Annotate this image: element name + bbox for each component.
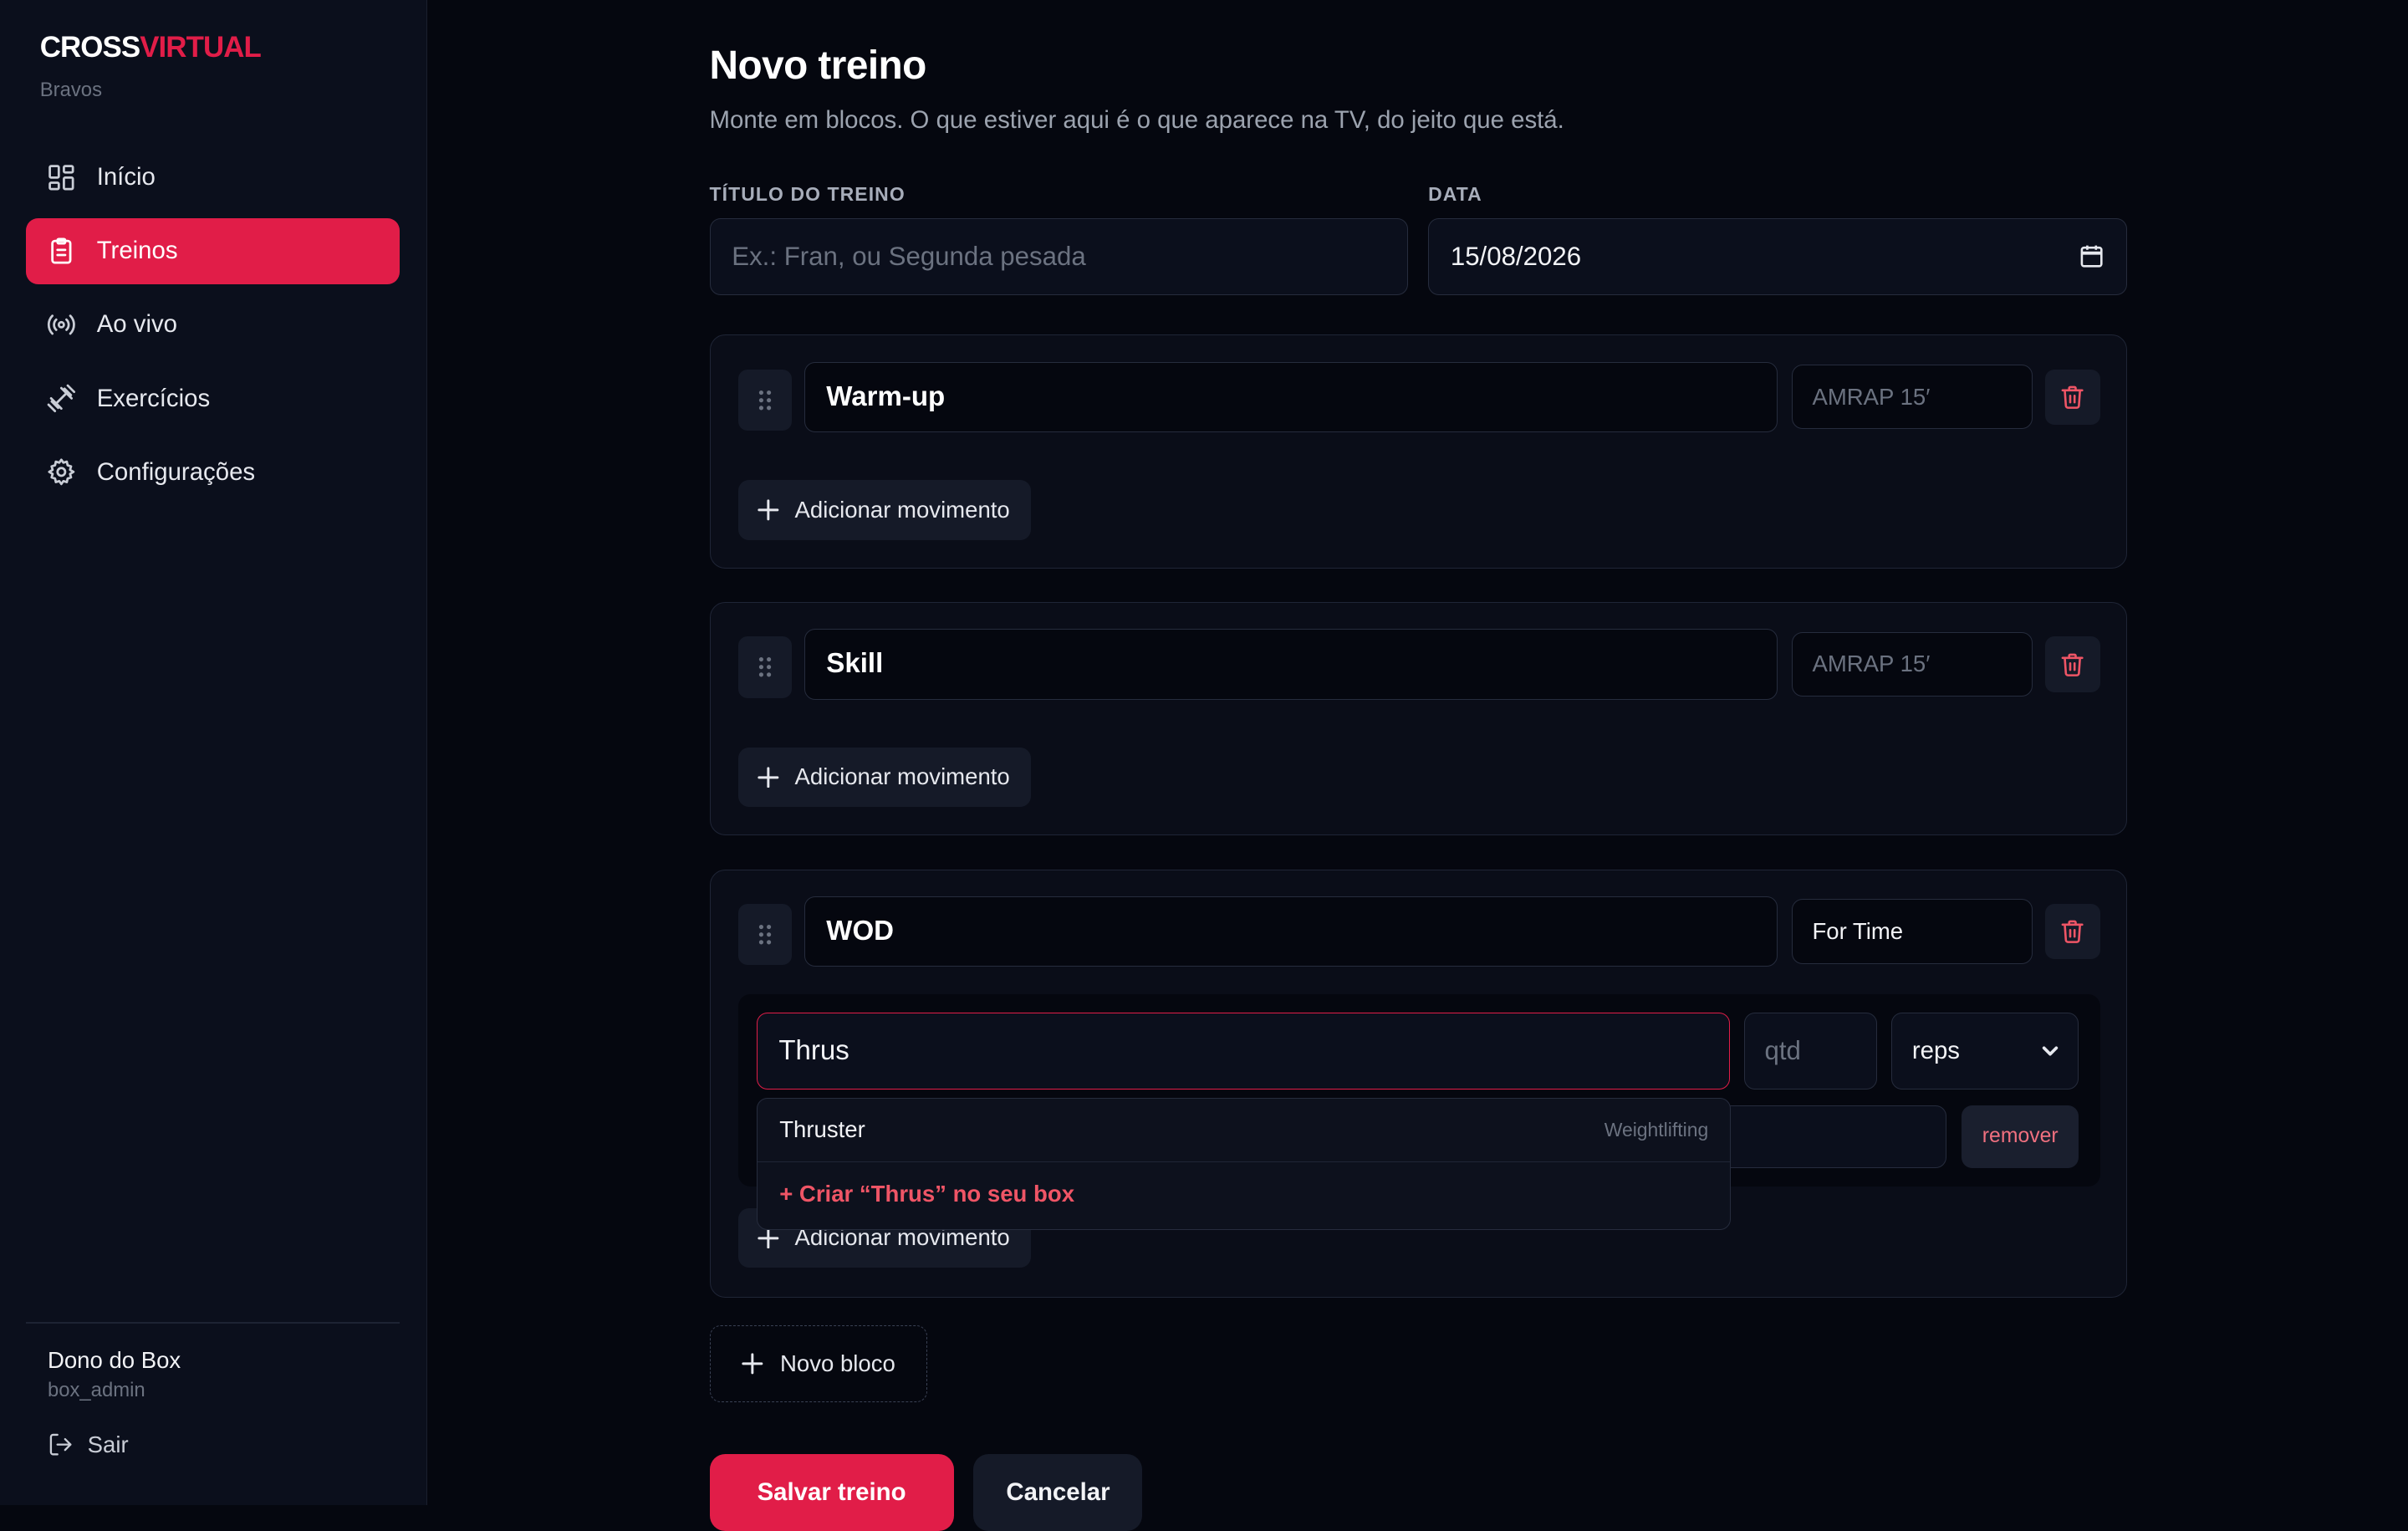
sidebar: CROSSVIRTUAL Bravos Início Treinos Ao vi… xyxy=(0,0,427,1505)
block-skill: Adicionar movimento xyxy=(709,601,2127,836)
sidebar-item-label: Exercícios xyxy=(96,384,211,412)
sidebar-item-label: Configurações xyxy=(96,457,256,486)
logo-part-virtual: VIRTUAL xyxy=(140,30,262,64)
block-wod: reps remover Adicionar movimento xyxy=(709,869,2127,1298)
sidebar-item-treinos[interactable]: Treinos xyxy=(26,217,400,284)
add-movement-label: Adicionar movimento xyxy=(794,496,1010,523)
block-format-input[interactable] xyxy=(1791,631,2033,697)
drag-handle[interactable] xyxy=(737,636,792,698)
plus-icon xyxy=(758,499,779,521)
movement-qty-input[interactable] xyxy=(1743,1013,1878,1090)
add-movement-label: Adicionar movimento xyxy=(794,763,1010,790)
date-label: DATA xyxy=(1428,182,1482,205)
option-name: Thruster xyxy=(779,1116,865,1143)
logout-button[interactable]: Sair xyxy=(48,1431,129,1458)
delete-block-button[interactable] xyxy=(2044,636,2100,692)
grip-vertical-icon xyxy=(758,924,771,945)
option-category: Weightlifting xyxy=(1604,1118,1709,1141)
user-name: Dono do Box xyxy=(47,1346,181,1373)
drag-handle[interactable] xyxy=(737,369,792,431)
create-movement-option[interactable]: + Criar “Thrus” no seu box xyxy=(779,1181,1074,1207)
block-format-input[interactable] xyxy=(1791,365,2033,430)
broadcast-icon xyxy=(47,314,75,335)
date-value: 15/08/2026 xyxy=(1450,241,1582,271)
block-name-input[interactable] xyxy=(804,361,1778,433)
clipboard-list-icon xyxy=(51,237,72,264)
block-name-input[interactable] xyxy=(804,896,1778,967)
plus-icon xyxy=(758,766,779,788)
title-input[interactable] xyxy=(709,217,1409,295)
save-workout-button[interactable]: Salvar treino xyxy=(709,1454,954,1531)
chevron-down-icon xyxy=(2042,1046,2059,1056)
trash-icon xyxy=(2061,653,2084,676)
movement-unit-select[interactable]: reps xyxy=(1890,1013,2079,1090)
user-handle: box_admin xyxy=(47,1379,145,1402)
grip-vertical-icon xyxy=(758,390,771,411)
block-format-input[interactable] xyxy=(1791,899,2033,964)
block-name-input[interactable] xyxy=(804,629,1778,700)
grip-vertical-icon xyxy=(758,657,771,677)
movement-unit-value: reps xyxy=(1911,1037,1960,1065)
sidebar-item-exercicios[interactable]: Exercícios xyxy=(26,365,399,431)
add-movement-button[interactable]: Adicionar movimento xyxy=(737,747,1032,808)
app-logo[interactable]: CROSSVIRTUAL xyxy=(39,30,262,64)
movement-name-input[interactable] xyxy=(756,1013,1731,1090)
dashboard-icon xyxy=(48,164,74,191)
cancel-button[interactable]: Cancelar xyxy=(973,1454,1143,1531)
new-block-button[interactable]: Novo bloco xyxy=(709,1325,928,1402)
box-name: Bravos xyxy=(39,78,103,101)
trash-icon xyxy=(2061,385,2084,410)
drag-handle[interactable] xyxy=(737,903,792,966)
add-movement-button[interactable]: Adicionar movimento xyxy=(737,480,1032,540)
sidebar-item-label: Início xyxy=(96,163,156,191)
movement-autocomplete: Thruster Weightlifting + Criar “Thrus” n… xyxy=(757,1098,1731,1231)
delete-block-button[interactable] xyxy=(2044,369,2100,425)
block-warm-up: Adicionar movimento xyxy=(709,334,2127,569)
sidebar-item-label: Ao vivo xyxy=(96,310,178,339)
gear-icon xyxy=(48,458,75,486)
sidebar-item-label: Treinos xyxy=(96,237,178,265)
logout-icon xyxy=(49,1433,72,1456)
trash-icon xyxy=(2061,921,2084,944)
remove-movement-button[interactable]: remover xyxy=(1962,1105,2079,1168)
sidebar-nav: Início Treinos Ao vivo Exercícios Config… xyxy=(26,145,400,513)
page-title: Novo treino xyxy=(709,43,927,89)
calendar-icon[interactable] xyxy=(2079,243,2104,269)
dumbbell-icon xyxy=(47,384,76,413)
sidebar-item-configuracoes[interactable]: Configurações xyxy=(26,439,399,505)
page-subtitle: Monte em blocos. O que estiver aqui é o … xyxy=(709,105,1564,134)
delete-block-button[interactable] xyxy=(2044,903,2100,960)
sidebar-item-inicio[interactable]: Início xyxy=(26,145,399,211)
sidebar-item-ao-vivo[interactable]: Ao vivo xyxy=(26,292,399,358)
new-block-label: Novo bloco xyxy=(779,1350,895,1376)
logout-label: Sair xyxy=(87,1431,129,1457)
date-input[interactable]: 15/08/2026 xyxy=(1428,217,2127,295)
plus-icon xyxy=(758,1227,779,1248)
plus-icon xyxy=(742,1353,763,1375)
title-label: TÍTULO DO TREINO xyxy=(709,182,906,205)
sidebar-divider xyxy=(26,1322,400,1324)
logo-part-cross: CROSS xyxy=(39,30,140,64)
autocomplete-option[interactable]: Thruster Weightlifting xyxy=(758,1099,1730,1162)
